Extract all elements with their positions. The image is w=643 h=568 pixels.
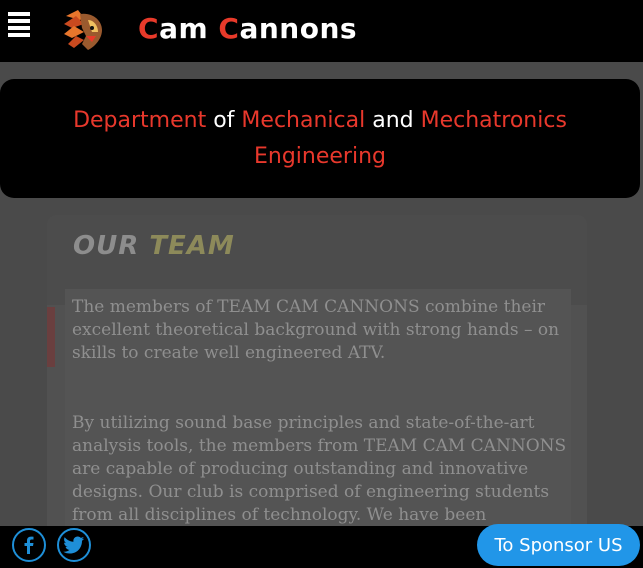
banner-word: of [213,107,235,133]
banner-word: Mechanical [241,107,366,133]
banner-line-2: Engineering [254,139,386,175]
team-paragraph-1: The members of TEAM CAM CANNONS combine … [72,297,560,363]
facebook-icon[interactable] [12,528,46,562]
brand-rest-1: am [159,12,209,45]
twitter-icon[interactable] [57,528,91,562]
brand-rest-2: annons [239,12,358,45]
banner-word: and [372,107,414,133]
card-accent-stripe [47,307,55,367]
hamburger-menu-icon[interactable] [8,12,32,38]
team-logo-icon[interactable] [58,6,110,54]
section-title: OUR TEAM [73,231,235,261]
brand-title[interactable]: Cam Cannons [138,12,357,45]
top-nav-bar: Cam Cannons [0,0,643,62]
banner-word: Engineering [254,143,386,169]
brand-initial-1: C [138,12,160,45]
brand-initial-2: C [218,12,240,45]
department-banner: Department of Mechanical and Mechatronic… [0,79,640,198]
banner-word: Mechatronics [420,107,567,133]
sponsor-button[interactable]: To Sponsor US [477,524,640,566]
team-paragraph-2: By utilizing sound base principles and s… [72,413,567,525]
banner-line-1: Department of Mechanical and Mechatronic… [73,103,567,139]
section-title-word-2: TEAM [149,231,235,261]
our-team-card: OUR TEAM The members of TEAM CAM CANNONS… [47,215,587,545]
section-title-word-1: OUR [73,231,140,261]
banner-word: Department [73,107,207,133]
